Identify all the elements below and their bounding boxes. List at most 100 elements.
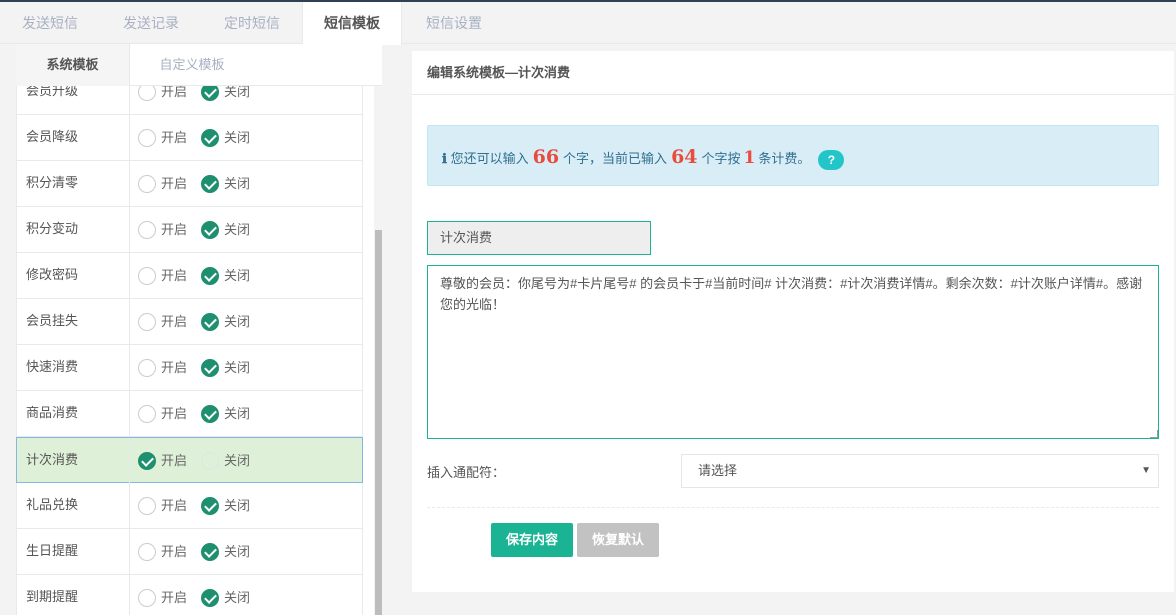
tab-scheduled-sms[interactable]: 定时短信 <box>202 2 302 44</box>
template-name: 生日提醒 <box>26 543 79 558</box>
radio-unchecked-icon <box>138 405 156 423</box>
tab-custom-templates[interactable]: 自定义模板 <box>130 44 254 86</box>
radio-unchecked-icon <box>201 452 219 470</box>
radio-label: 关闭 <box>224 498 251 513</box>
template-row[interactable]: 修改密码 开启 关闭 <box>16 253 363 299</box>
save-button[interactable]: 保存内容 <box>491 523 573 557</box>
template-name: 会员降级 <box>26 129 79 144</box>
radio-checked-icon <box>201 543 219 561</box>
radio-label: 关闭 <box>224 222 251 237</box>
radio-checked-icon <box>201 129 219 147</box>
radio-label: 关闭 <box>224 176 251 191</box>
template-row[interactable]: 会员升级 开启 关闭 <box>16 86 363 115</box>
info-prefix: 您还可以输入 <box>450 151 529 166</box>
radio-unchecked-icon <box>138 267 156 285</box>
template-row[interactable]: 生日提醒 开启 关闭 <box>16 529 363 575</box>
row-divider <box>129 483 130 529</box>
radio-unchecked-icon <box>138 175 156 193</box>
row-divider <box>129 161 130 207</box>
template-row[interactable]: 积分清零 开启 关闭 <box>16 161 363 207</box>
template-name: 会员挂失 <box>26 313 79 328</box>
template-row[interactable]: 快速消费 开启 关闭 <box>16 345 363 391</box>
radio-label: 开启 <box>161 176 188 191</box>
radio-label: 开启 <box>161 268 188 283</box>
chevron-down-icon: ▼ <box>1141 465 1151 476</box>
template-name: 商品消费 <box>26 405 79 420</box>
row-divider <box>129 438 130 484</box>
row-divider <box>129 345 130 391</box>
radio-checked-icon <box>201 405 219 423</box>
template-name: 积分变动 <box>26 221 79 236</box>
template-name: 礼品兑换 <box>26 497 79 512</box>
radio-checked-icon <box>201 589 219 607</box>
radio-unchecked-icon <box>138 86 156 101</box>
template-name: 快速消费 <box>26 359 79 374</box>
tab-send-sms[interactable]: 发送短信 <box>0 2 100 44</box>
template-row[interactable]: 会员降级 开启 关闭 <box>16 115 363 161</box>
radio-label: 关闭 <box>224 406 251 421</box>
radio-label: 关闭 <box>224 453 251 468</box>
radio-label: 开启 <box>161 406 188 421</box>
tab-sms-settings[interactable]: 短信设置 <box>402 2 506 44</box>
radio-label: 关闭 <box>224 130 251 145</box>
radio-unchecked-icon <box>138 497 156 515</box>
editor-title: 编辑系统模板—计次消费 <box>412 51 1174 95</box>
info-suffix: 条计费。 <box>758 151 811 166</box>
template-row[interactable]: 商品消费 开启 关闭 <box>16 391 363 437</box>
row-divider <box>129 207 130 253</box>
template-row[interactable]: 计次消费 开启 关闭 <box>16 437 363 484</box>
radio-unchecked-icon <box>138 221 156 239</box>
template-row[interactable]: 积分变动 开启 关闭 <box>16 207 363 253</box>
row-divider <box>129 299 130 345</box>
entered-count: 64 <box>671 146 698 168</box>
radio-unchecked-icon <box>138 129 156 147</box>
help-icon[interactable]: ? <box>818 149 845 170</box>
template-list-panel: 系统模板 自定义模板 会员升级 开启 关闭 会员降级 开启 关闭 积分清零 开启 关闭 积分变动开… <box>16 44 382 615</box>
template-name: 积分清零 <box>26 175 79 190</box>
template-row[interactable]: 礼品兑换 开启 关闭 <box>16 483 363 529</box>
top-tabs: 发送短信 发送记录 定时短信 短信模板 短信设置 <box>0 2 1176 45</box>
scrollbar-thumb[interactable] <box>375 230 382 615</box>
radio-checked-icon <box>201 175 219 193</box>
template-list: 会员升级 开启 关闭 会员降级 开启 关闭 积分清零 开启 关闭 积分变动 开启 关闭 修改密码 开启 关闭… <box>16 86 363 615</box>
tab-system-templates[interactable]: 系统模板 <box>16 44 130 86</box>
insert-placeholder-label: 插入通配符： <box>427 465 506 480</box>
radio-checked-icon <box>201 221 219 239</box>
tab-sms-templates[interactable]: 短信模板 <box>302 2 402 45</box>
template-name: 到期提醒 <box>26 589 79 604</box>
template-name: 计次消费 <box>26 452 79 467</box>
row-divider <box>129 115 130 161</box>
radio-unchecked-icon <box>138 313 156 331</box>
row-divider <box>129 391 130 437</box>
radio-label: 开启 <box>161 222 188 237</box>
template-content-textarea[interactable]: 尊敬的会员：你尾号为#卡片尾号# 的会员卡于#当前时间# 计次消费：#计次消费详… <box>427 265 1159 439</box>
form-divider <box>427 507 1159 508</box>
row-divider <box>129 529 130 575</box>
template-editor-panel: 编辑系统模板—计次消费 ℹ 您还可以输入 66 个字，当前已输入 64 个字按 1 条计费。… <box>412 51 1174 592</box>
restore-default-button[interactable]: 恢复默认 <box>577 523 659 557</box>
info-icon: ℹ <box>442 152 447 167</box>
radio-label: 开启 <box>161 453 188 468</box>
tab-send-records[interactable]: 发送记录 <box>100 2 202 44</box>
insert-placeholder-select[interactable]: 请选择 ▼ <box>681 454 1159 488</box>
template-row[interactable]: 会员挂失 开启 关闭 <box>16 299 363 345</box>
radio-label: 开启 <box>161 130 188 145</box>
radio-checked-icon <box>201 86 219 101</box>
remaining-count: 66 <box>532 146 560 168</box>
billing-count: 1 <box>743 148 756 168</box>
char-count-alert: ℹ 您还可以输入 66 个字，当前已输入 64 个字按 1 条计费。? <box>427 125 1159 186</box>
radio-label: 关闭 <box>224 86 251 99</box>
radio-label: 开启 <box>161 590 188 605</box>
radio-label: 关闭 <box>224 360 251 375</box>
radio-label: 开启 <box>161 498 188 513</box>
radio-checked-icon <box>201 267 219 285</box>
radio-checked-icon <box>201 313 219 331</box>
radio-unchecked-icon <box>138 543 156 561</box>
info-middle-2: 个字按 <box>701 151 741 166</box>
radio-unchecked-icon <box>138 589 156 607</box>
template-name-field[interactable]: 计次消费 <box>427 221 651 255</box>
template-row[interactable]: 到期提醒 开启 关闭 <box>16 575 363 615</box>
radio-checked-icon <box>201 497 219 515</box>
textarea-resize-handle[interactable] <box>1150 430 1158 438</box>
row-divider <box>129 86 130 115</box>
